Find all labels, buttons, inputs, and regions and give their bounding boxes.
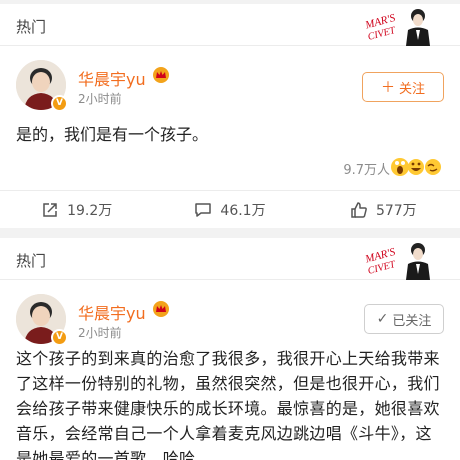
post-text: 这个孩子的到来真的治愈了我很多，我很开心上天给我带来了这样一份特别的礼物，虽然很… (16, 349, 440, 460)
comment-button[interactable]: 46.1万 (153, 192, 306, 228)
post-text: 是的，我们是有一个孩子。 (16, 125, 209, 144)
author-name[interactable]: 华晨宇yu (78, 66, 146, 90)
author-avatar[interactable]: V (16, 294, 68, 346)
post-time: 2小时前 (78, 326, 122, 340)
section-label: 热门 (16, 18, 47, 36)
like-count: 577万 (375, 203, 417, 219)
vip-crown-icon (153, 301, 169, 317)
read-count: 9.7万人 (343, 163, 390, 178)
celebrity-banner-image: MAR'S CIVET (363, 243, 430, 280)
weibo-post-card: 热门 MAR'S CIVET V 华晨宇yu 2小时前 ＋ 关注 是的，我们是有… (0, 4, 460, 228)
section-label: 热门 (16, 252, 47, 270)
plus-icon: ＋ (380, 80, 395, 96)
reaction-emojis-icon[interactable] (390, 155, 444, 179)
comment-icon (195, 203, 212, 217)
followed-button[interactable]: ✓ 已关注 (364, 304, 444, 334)
follow-button[interactable]: ＋ 关注 (362, 72, 444, 102)
follow-button-label: 关注 (398, 81, 425, 97)
repost-icon (43, 203, 57, 217)
author-name[interactable]: 华晨宇yu (78, 300, 146, 324)
verified-badge-icon: V (51, 95, 68, 112)
post-author-row: V 华晨宇yu 2小时前 ✓ 已关注 (0, 280, 460, 346)
post-action-bar: 19.2万 46.1万 577万 (0, 192, 460, 228)
celebrity-banner-image: MAR'S CIVET (363, 9, 430, 46)
verified-badge-icon: V (51, 329, 68, 346)
section-header: 热门 MAR'S CIVET (0, 4, 460, 46)
action-divider (0, 190, 460, 191)
thumbs-up-icon (351, 202, 367, 218)
section-header: 热门 MAR'S CIVET (0, 238, 460, 280)
post-author-row: V 华晨宇yu 2小时前 ＋ 关注 (0, 46, 460, 112)
repost-button[interactable]: 19.2万 (0, 192, 153, 228)
like-button[interactable]: 577万 (307, 192, 460, 228)
check-icon: ✓ (376, 311, 389, 327)
repost-count: 19.2万 (67, 203, 113, 219)
post-time: 2小时前 (78, 92, 122, 106)
vip-crown-icon (153, 67, 169, 83)
followed-button-label: 已关注 (392, 313, 432, 329)
comment-count: 46.1万 (220, 203, 266, 219)
weibo-post-card: 热门 MAR'S CIVET V 华晨宇yu 2小时前 ✓ 已关注 这个孩子的到… (0, 238, 460, 460)
author-avatar[interactable]: V (16, 60, 68, 112)
